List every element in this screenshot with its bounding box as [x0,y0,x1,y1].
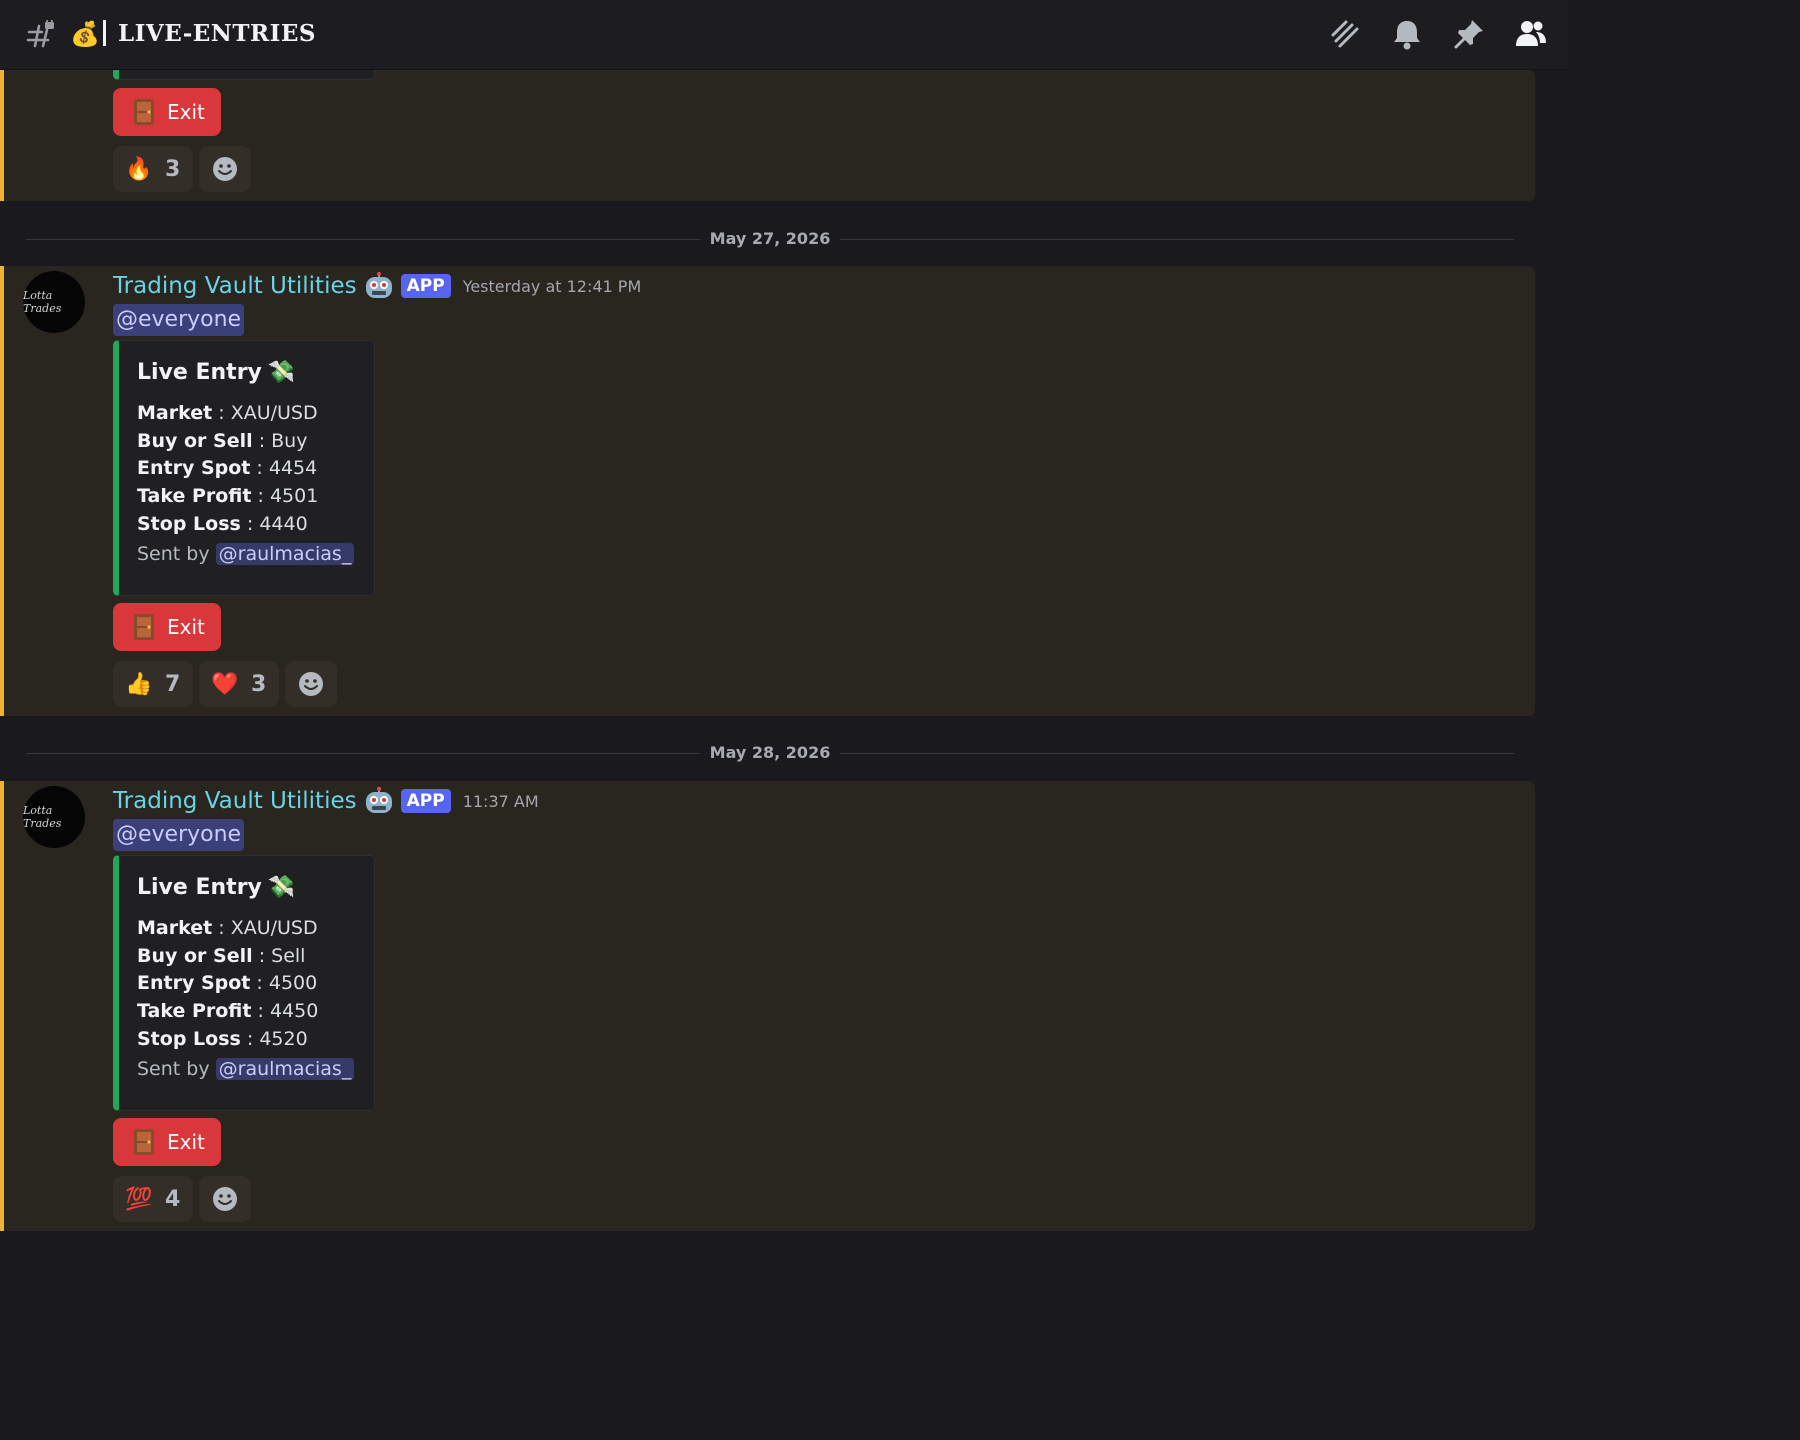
channel-header: 💰 LIVE-ENTRIES [0,0,1568,70]
add-reaction-button[interactable] [199,146,251,192]
reaction-hundred[interactable]: 💯 4 [113,1176,193,1222]
money-wings-icon: 💸 [267,360,296,385]
user-mention[interactable]: @raulmacias_ [215,542,355,565]
field-label: Take Profit [137,485,252,508]
channel-name: LIVE-ENTRIES [118,20,316,47]
avatar[interactable]: Lotta Trades [23,786,85,848]
field-take-profit: Take Profit : 4450 [137,1000,319,1023]
smiley-icon [299,672,323,696]
add-reaction-button[interactable] [199,1176,251,1222]
embed-title-text: Live Entry [137,875,262,900]
date-divider: May 27, 2026 [0,229,1540,249]
field-label: Entry Spot [137,457,251,480]
field-value: 4440 [259,512,308,535]
exit-button-label: Exit [167,615,205,639]
field-buy-or-sell: Buy or Sell : Sell [137,944,306,967]
sent-by: Sent by @raulmacias_ [137,539,374,569]
field-value: XAU/USD [230,402,318,424]
field-label: Entry Spot [137,972,251,995]
exit-button[interactable]: Exit [113,603,221,651]
embed-bottom-edge [113,70,375,80]
everyone-mention[interactable]: @everyone [113,304,245,336]
app-badge: APP [400,789,451,813]
field-label: Take Profit [137,1000,252,1023]
everyone-mention[interactable]: @everyone [113,819,245,851]
field-market: Market : XAU/USD [137,402,318,424]
field-value: Sell [271,944,306,967]
fire-emoji-icon: 🔥 [125,156,153,182]
robot-icon [365,787,392,813]
avatar[interactable]: Lotta Trades [23,271,85,333]
field-entry-spot: Entry Spot : 4500 [137,972,318,995]
heart-emoji-icon: ❤️ [211,671,239,697]
thumbs-up-emoji-icon: 👍 [125,671,153,697]
reaction-fire[interactable]: 🔥 3 [113,146,193,192]
sent-by-label: Sent by [137,542,210,565]
app-badge: APP [400,274,451,298]
field-value: 4500 [268,972,318,995]
smiley-icon [213,157,237,181]
date-divider-label: May 28, 2026 [699,743,841,762]
reaction-heart[interactable]: ❤️ 3 [199,661,279,707]
field-value: 4454 [268,457,318,480]
pin-icon[interactable] [1452,17,1486,51]
members-icon[interactable] [1514,17,1548,51]
add-reaction-button[interactable] [285,661,337,707]
author-name[interactable]: Trading Vault Utilities [113,273,357,299]
embed-title-text: Live Entry [137,360,262,385]
author-name[interactable]: Trading Vault Utilities [113,788,357,814]
embed-title: Live Entry 💸 [137,358,374,388]
sent-by: Sent by @raulmacias_ [137,1054,374,1084]
field-value: XAU/USD [230,917,318,939]
door-icon [134,1129,154,1155]
hundred-emoji-icon: 💯 [125,1186,153,1212]
threads-icon[interactable] [1328,17,1362,51]
channel-name-separator [103,20,106,46]
door-icon [134,99,154,125]
door-icon [134,614,154,640]
field-label: Stop Loss [137,512,241,535]
date-divider-label: May 27, 2026 [699,229,841,248]
field-market: Market : XAU/USD [137,917,318,939]
reaction-count: 3 [165,156,181,182]
bell-icon[interactable] [1390,17,1424,51]
exit-button-label: Exit [167,100,205,124]
field-label: Buy or Sell [137,429,253,452]
field-stop-loss: Stop Loss : 4520 [137,1027,308,1050]
field-label: Market [137,402,213,424]
money-wings-icon: 💸 [267,875,296,900]
field-value: Buy [271,429,308,452]
exit-button-label: Exit [167,1130,205,1154]
timestamp[interactable]: 11:37 AM [463,792,539,811]
date-divider: May 28, 2026 [0,743,1540,763]
field-value: 4501 [269,485,319,508]
field-label: Market [137,917,213,939]
field-buy-or-sell: Buy or Sell : Buy [137,429,308,452]
smiley-icon [213,1187,237,1211]
timestamp[interactable]: Yesterday at 12:41 PM [463,277,642,296]
field-value: 4450 [269,1000,319,1023]
channel-hash-icon [26,20,54,48]
reaction-count: 4 [165,1186,181,1212]
exit-button[interactable]: Exit [113,1118,221,1166]
money-bag-icon: 💰 [70,20,100,48]
embed-title: Live Entry 💸 [137,873,374,903]
field-stop-loss: Stop Loss : 4440 [137,512,308,535]
field-entry-spot: Entry Spot : 4454 [137,457,318,480]
field-value: 4520 [259,1027,308,1050]
embed: Live Entry 💸 Market : XAU/USD Buy or Sel… [113,855,375,1111]
reaction-count: 7 [165,671,181,697]
exit-button[interactable]: Exit [113,88,221,136]
message-header: Trading Vault Utilities APP 11:37 AM [113,786,539,816]
reaction-thumbs-up[interactable]: 👍 7 [113,661,193,707]
sent-by-label: Sent by [137,1057,210,1080]
field-label: Buy or Sell [137,944,253,967]
embed: Live Entry 💸 Market : XAU/USD Buy or Sel… [113,340,375,596]
robot-icon [365,272,392,298]
field-label: Stop Loss [137,1027,241,1050]
message-header: Trading Vault Utilities APP Yesterday at… [113,271,641,301]
field-take-profit: Take Profit : 4501 [137,485,319,508]
reaction-count: 3 [251,671,267,697]
user-mention[interactable]: @raulmacias_ [215,1057,355,1080]
